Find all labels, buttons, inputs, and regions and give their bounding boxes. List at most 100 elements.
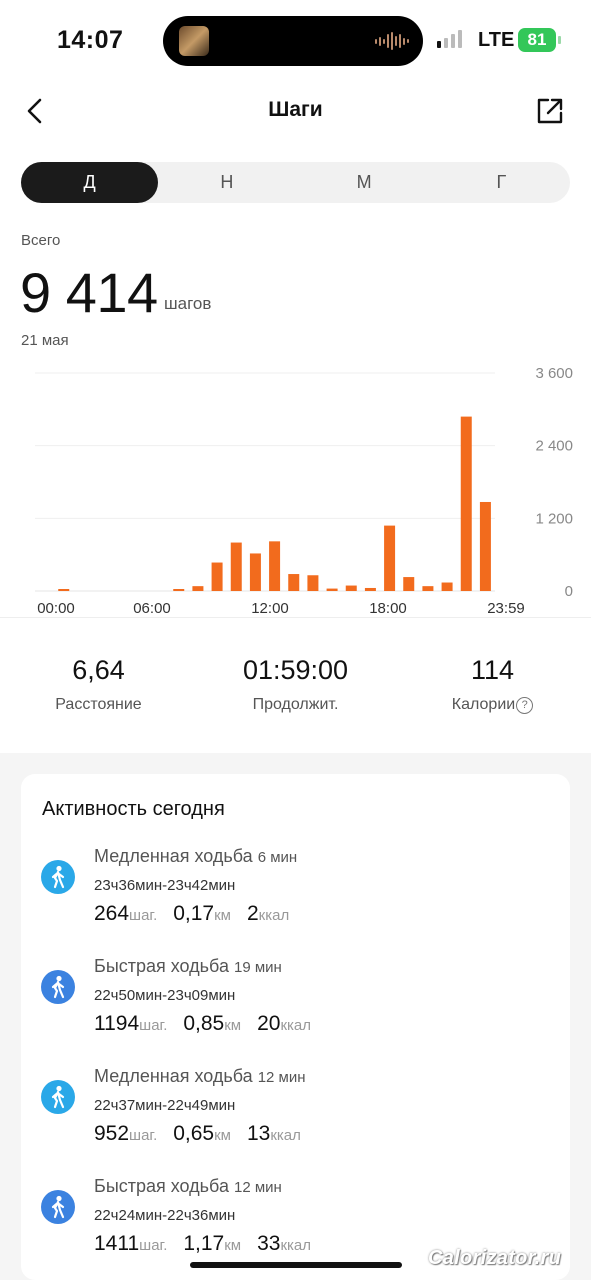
activity-time-range: 23ч36мин-23ч42мин bbox=[94, 877, 236, 894]
activity-calories: 33 bbox=[257, 1232, 281, 1255]
battery-level: 81 bbox=[527, 30, 547, 49]
chart-bar[interactable] bbox=[192, 586, 204, 591]
stat-distance: 6,64 Расстояние bbox=[0, 655, 197, 714]
stat-distance-label: Расстояние bbox=[55, 696, 142, 713]
tab-year[interactable]: Г bbox=[433, 162, 570, 203]
stat-calories-label: Калории bbox=[451, 696, 516, 713]
activity-time-range: 22ч50мин-23ч09мин bbox=[94, 987, 236, 1004]
export-button[interactable] bbox=[535, 96, 565, 126]
activity-metrics: 1411шаг. 1,17км 33ккал bbox=[94, 1232, 327, 1256]
y-tick-label: 3 600 bbox=[535, 365, 573, 382]
activity-distance-unit: км bbox=[214, 1127, 231, 1144]
activity-steps-unit: шаг. bbox=[129, 907, 158, 924]
activity-name: Медленная ходьба bbox=[94, 846, 253, 866]
chart-bar[interactable] bbox=[269, 541, 281, 591]
date-label: 21 мая bbox=[21, 332, 69, 349]
chart-bar[interactable] bbox=[58, 589, 70, 591]
chart-bar[interactable] bbox=[173, 589, 185, 591]
chart-bar[interactable] bbox=[460, 416, 472, 591]
activity-calories: 13 bbox=[246, 1122, 271, 1145]
y-tick-label: 0 bbox=[565, 583, 573, 600]
activity-calories: 20 bbox=[257, 1012, 281, 1035]
activity-distance: 0,85 bbox=[183, 1012, 225, 1035]
activity-time-range: 22ч24мин-22ч36мин bbox=[94, 1207, 236, 1224]
home-indicator[interactable] bbox=[190, 1262, 402, 1268]
activity-distance: 1,17 bbox=[183, 1232, 225, 1255]
x-tick-label: 00:00 bbox=[37, 600, 75, 617]
watermark: Calorizator.ru bbox=[428, 1247, 562, 1269]
activity-name: Медленная ходьба bbox=[94, 1066, 253, 1086]
network-type: LTE bbox=[478, 29, 515, 51]
tab-day[interactable]: Д bbox=[21, 162, 159, 203]
status-time: 14:07 bbox=[57, 26, 124, 54]
page-title: Шаги bbox=[268, 98, 323, 121]
stat-calories-value: 114 bbox=[470, 655, 515, 685]
activity-metrics: 1194шаг. 0,85км 20ккал bbox=[94, 1012, 327, 1036]
stat-duration: 01:59:00 Продолжит. bbox=[197, 655, 394, 714]
chart-bar[interactable] bbox=[288, 574, 300, 591]
activity-duration: 6 мин bbox=[257, 849, 298, 866]
activity-metrics: 952шаг. 0,65км 13ккал bbox=[94, 1122, 317, 1146]
activity-calories-unit: ккал bbox=[258, 907, 290, 924]
activity-calories-unit: ккал bbox=[280, 1237, 312, 1254]
activity-name: Быстрая ходьба bbox=[94, 1176, 229, 1196]
activity-distance-unit: км bbox=[214, 907, 231, 924]
walking-icon bbox=[41, 1080, 75, 1114]
activity-item[interactable]: Медленная ходьба 12 мин 22ч37мин-22ч49мин… bbox=[21, 1066, 570, 1166]
total-steps-unit: шагов bbox=[164, 294, 212, 313]
status-bar: 14:07 LTE 81 bbox=[0, 0, 591, 80]
battery-icon: 81 bbox=[518, 28, 556, 52]
dynamic-island[interactable] bbox=[163, 16, 423, 66]
activity-distance-unit: км bbox=[224, 1017, 242, 1034]
walking-icon bbox=[41, 860, 75, 894]
divider bbox=[0, 617, 591, 618]
chart-bar[interactable] bbox=[403, 577, 415, 591]
activity-title: Активность сегодня bbox=[42, 798, 225, 820]
stat-distance-value: 6,64 bbox=[72, 655, 125, 685]
stat-calories: 114 Калории? bbox=[394, 655, 591, 714]
x-tick-label: 23:59 bbox=[487, 600, 525, 617]
help-icon[interactable]: ? bbox=[516, 697, 534, 714]
stat-duration-label: Продолжит. bbox=[252, 696, 339, 713]
steps-chart[interactable]: 3 600 2 400 1 200 0 00:00 06:00 12:00 18:00 23:5… bbox=[0, 355, 591, 630]
audio-waveform-icon bbox=[375, 32, 409, 50]
activity-steps: 264 bbox=[94, 902, 130, 925]
activity-steps: 1411 bbox=[94, 1232, 140, 1255]
activity-name-row: Быстрая ходьба 19 мин bbox=[94, 956, 282, 977]
activity-name-row: Медленная ходьба 6 мин bbox=[94, 846, 297, 867]
activity-name: Быстрая ходьба bbox=[94, 956, 229, 976]
total-label: Всего bbox=[21, 232, 61, 249]
chart-bar[interactable] bbox=[211, 562, 223, 591]
share-external-icon bbox=[537, 98, 563, 124]
chart-bar[interactable] bbox=[384, 525, 396, 591]
activity-calories-unit: ккал bbox=[270, 1127, 301, 1144]
chart-bar[interactable] bbox=[345, 585, 357, 591]
chart-bar[interactable] bbox=[307, 575, 319, 591]
activity-distance: 0,65 bbox=[173, 1122, 215, 1145]
y-tick-label: 2 400 bbox=[535, 438, 573, 455]
activity-item[interactable]: Быстрая ходьба 19 мин 22ч50мин-23ч09мин 11… bbox=[21, 956, 570, 1056]
activity-card: Активность сегодня Медленная ходьба 6 ми… bbox=[21, 774, 570, 1280]
chart-bar[interactable] bbox=[479, 501, 491, 591]
activity-distance-unit: км bbox=[224, 1237, 242, 1254]
nav-header: Шаги bbox=[0, 86, 591, 136]
x-tick-label: 12:00 bbox=[251, 600, 289, 617]
activity-duration: 19 мин bbox=[233, 959, 282, 976]
now-playing-artwork bbox=[179, 26, 209, 56]
chart-bar[interactable] bbox=[422, 586, 434, 591]
chart-bar[interactable] bbox=[249, 553, 261, 591]
x-tick-label: 06:00 bbox=[133, 600, 171, 617]
chart-bar[interactable] bbox=[230, 542, 242, 591]
chart-bar[interactable] bbox=[364, 587, 376, 591]
activity-steps: 1194 bbox=[94, 1012, 140, 1035]
period-selector: Д Н М Г bbox=[21, 162, 570, 203]
chart-bar[interactable] bbox=[326, 588, 338, 591]
total-steps-value: 9 414 bbox=[20, 261, 158, 324]
chart-bar[interactable] bbox=[441, 582, 453, 591]
activity-calories-unit: ккал bbox=[280, 1017, 312, 1034]
tab-month[interactable]: М bbox=[296, 162, 433, 203]
tab-week[interactable]: Н bbox=[158, 162, 295, 203]
x-tick-label: 18:00 bbox=[369, 600, 407, 617]
activity-item[interactable]: Медленная ходьба 6 мин 23ч36мин-23ч42мин 2… bbox=[21, 846, 570, 946]
stat-calories-label-row: Калории? bbox=[394, 696, 591, 714]
